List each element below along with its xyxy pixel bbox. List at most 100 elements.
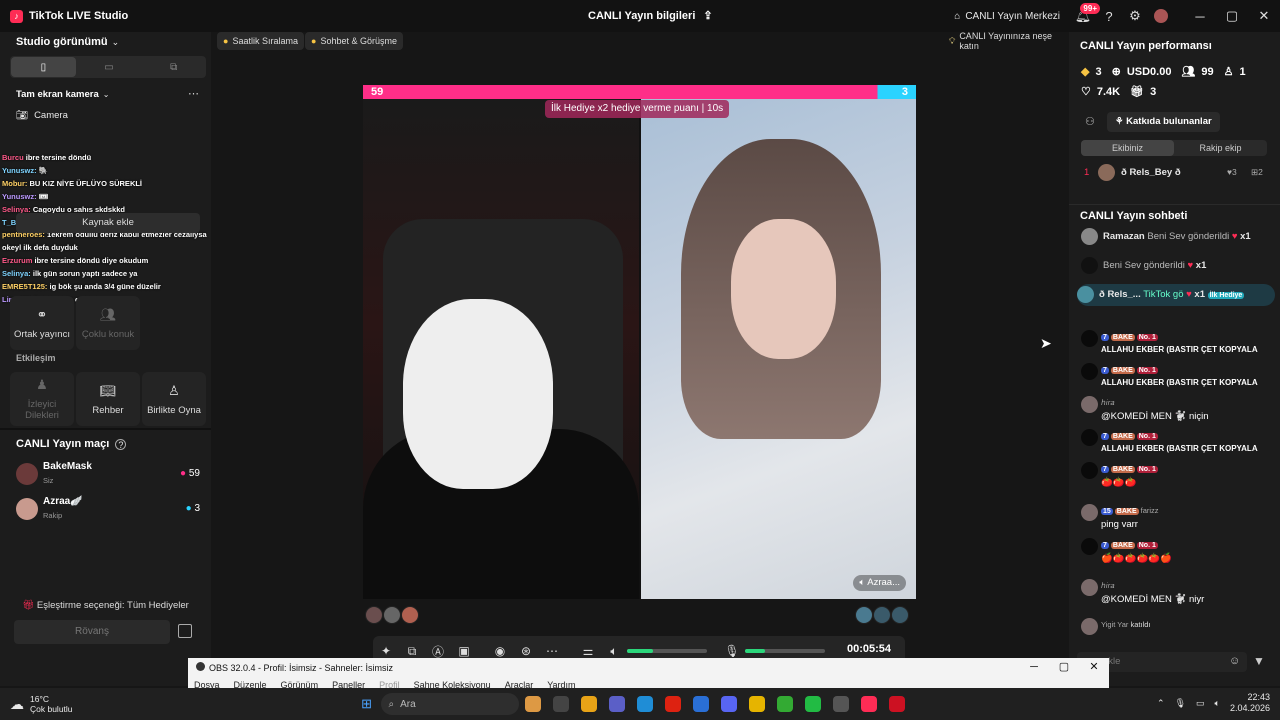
viewer-wishes-tile[interactable]: ♟ İzleyici Dilekleri (10, 372, 74, 426)
taskbar-search[interactable]: ⌕ Ara (380, 693, 519, 715)
close-button[interactable]: ✕ (1248, 0, 1280, 32)
microphone-icon[interactable]: 🎙︎ (719, 644, 745, 658)
guide-tile[interactable]: 📖︎ Rehber (76, 372, 140, 426)
avatar[interactable] (855, 606, 873, 624)
landscape-layout-icon[interactable]: ▭ (77, 56, 142, 78)
chat-message[interactable]: Yigit Yar katıldı (1081, 618, 1275, 648)
chat-message[interactable]: 7 BAKE No. 1 🍎🍅🍅🍅🍅🍎 (1081, 538, 1275, 568)
tiktok-taskbar-icon[interactable] (860, 696, 877, 712)
multi-guest-tile[interactable]: 👥︎ Çoklu konuk (76, 296, 140, 350)
rematch-button[interactable]: Rövanş (14, 620, 170, 644)
clock[interactable]: 22:43 2.04.2026 (1230, 692, 1270, 714)
avatar[interactable] (891, 606, 909, 624)
gift-text: Beni Sev gönderildi (1103, 260, 1185, 271)
obs-maximize-button[interactable]: ▢ (1049, 658, 1079, 676)
guest-name-label[interactable]: 🔈︎ Azraa... (853, 575, 906, 591)
studio-view-dropdown[interactable]: Studio görünümü ⌄ (16, 36, 119, 48)
camera-source-label: Camera (34, 110, 68, 121)
volume-icon[interactable]: 🔈︎ (1215, 698, 1220, 709)
mail-icon[interactable] (692, 696, 709, 712)
microphone-icon[interactable]: 🎙︎ (1175, 698, 1186, 709)
help-button[interactable]: ? (1096, 3, 1122, 29)
equalizer-icon[interactable]: ⚌ (575, 644, 601, 658)
avatar[interactable] (873, 606, 891, 624)
tip-chip[interactable]: 💡︎ CANLI Yayınınıza neşe katın (943, 31, 1069, 51)
more-icon[interactable]: ⋯ (539, 644, 565, 658)
folder-icon[interactable] (748, 696, 765, 712)
avatar[interactable] (401, 606, 419, 624)
maximize-button[interactable]: ▢ (1216, 0, 1248, 32)
avatar (1081, 363, 1098, 380)
chat-message[interactable]: 7 BAKE No. 1 ALLAHU EKBER (BASTIR ÇET KOPYA… (1081, 429, 1275, 459)
portrait-layout-icon[interactable]: ▯ (11, 57, 76, 77)
chat-message[interactable]: 7 BAKE No. 1 ALLAHU EKBER (BASTIR ÇET KOPYA… (1081, 363, 1275, 393)
help-icon[interactable]: ? (115, 438, 127, 450)
filter-icon[interactable]: ▼ (1253, 654, 1265, 668)
add-source-button[interactable]: Kaynak ekle (16, 213, 200, 233)
manage-users-icon[interactable]: ⚇ (1085, 115, 1095, 128)
magic-wand-icon[interactable]: ✦ (373, 644, 399, 658)
play-together-tile[interactable]: ♙ Birlikte Oyna (142, 372, 206, 426)
chrome-alt-icon[interactable] (776, 696, 793, 712)
sticker-icon[interactable]: ▣ (451, 644, 477, 658)
co-host-tile[interactable]: ⚭ Ortak yayıncı (10, 296, 74, 350)
chat-message[interactable]: ℎ𝑖𝑟𝑎 @KOMEDİ MEN 🐩 niçin (1081, 396, 1275, 426)
speaker-icon[interactable]: 🔈︎ (601, 644, 627, 659)
media-icon[interactable] (888, 696, 905, 712)
match-option[interactable]: 🎁︎ Eşleştirme seçeneği: Tüm Hediyeler (0, 600, 211, 611)
avatar[interactable] (365, 606, 383, 624)
cloud-icon: ☁ (10, 695, 24, 712)
rank-badge: No. 1 (1136, 466, 1158, 473)
more-options-icon[interactable]: ⋯ (188, 87, 199, 100)
avatar[interactable] (383, 606, 401, 624)
chat-message[interactable]: 15 BAKE farizz ping varr (1081, 504, 1275, 534)
chat-message[interactable]: 7 BAKE No. 1 ALLAHU EKBER (BASTIR ÇET KOPYA… (1081, 330, 1275, 360)
windows-start-icon[interactable]: ⊞ (359, 696, 375, 712)
gift-banner: İlk Hediye x2 hediye verme puanı | 10s (545, 100, 730, 118)
camera-source-item[interactable]: 📷︎ Camera (16, 110, 68, 121)
camera-switch-icon[interactable]: ⊛ (513, 644, 539, 658)
discord-icon[interactable] (720, 696, 737, 712)
contributor-row[interactable]: 1 ð Rels_Bey ð ♥3 ⊞2 (1081, 164, 1271, 182)
notification-button[interactable]: 🔔︎ 99+ (1070, 3, 1100, 29)
obs-taskbar-icon[interactable] (832, 696, 849, 712)
live-info-button[interactable]: CANLI Yayın bilgileri ⇪ (588, 9, 713, 23)
chat-message[interactable]: ℎ𝑖𝑟𝑎 @KOMEDİ MEN 🐩 niyr (1081, 579, 1275, 609)
obs-minimize-button[interactable]: ─ (1019, 658, 1049, 676)
chevron-up-icon[interactable]: ⌃ (1157, 698, 1165, 709)
teams-icon[interactable] (608, 696, 625, 712)
network-icon[interactable]: ▭ (1196, 698, 1205, 709)
task-view-icon[interactable] (552, 696, 569, 712)
text-effects-icon[interactable]: Ⓐ (425, 643, 451, 660)
opera-icon[interactable] (664, 696, 681, 712)
live-center-button[interactable]: ⌂ CANLI Yayın Merkezi (954, 11, 1060, 22)
minimize-button[interactable]: ─ (1184, 0, 1216, 32)
record-icon[interactable]: ◉ (487, 644, 513, 658)
copy-icon[interactable] (178, 624, 192, 638)
weather-widget[interactable]: ☁ 16°C Çok bulutlu (10, 694, 73, 714)
store-icon[interactable] (580, 696, 597, 712)
hourly-ranking-chip[interactable]: ● Saatlik Sıralama (217, 32, 304, 50)
chat-message[interactable]: 7 BAKE No. 1 🍅🍅🍅 (1081, 462, 1275, 492)
emoji-icon[interactable]: ☺ (1229, 655, 1240, 667)
app-icon[interactable] (804, 696, 821, 712)
overlay-chat-line: EMRE5T125: ig bök şu anda 3/4 güne düzel… (2, 281, 209, 294)
settings-button[interactable]: ⚙ (1122, 3, 1148, 29)
team-badge: BAKE (1110, 334, 1135, 341)
profile-avatar[interactable] (1148, 3, 1174, 29)
effects-icon[interactable]: ⧉ (399, 644, 425, 659)
multi-layout-icon[interactable]: ⧉ (141, 56, 206, 78)
obs-logo-icon (196, 662, 205, 671)
tab-rival-team[interactable]: Rakip ekip (1174, 140, 1267, 156)
camera-section-dropdown[interactable]: Tam ekran kamera ⌄ (16, 89, 109, 100)
gift-feed-item: Ramazan Beni Sev gönderildi ♥ x1 (1081, 226, 1275, 248)
contributors-button[interactable]: ⚘ Katkıda bulunanlar (1107, 112, 1220, 132)
mic-slider[interactable] (745, 649, 825, 653)
chat-call-chip[interactable]: ● Sohbet & Görüşme (305, 32, 403, 50)
edge-icon[interactable] (636, 696, 653, 712)
obs-close-button[interactable]: ✕ (1079, 658, 1109, 676)
volume-slider[interactable] (627, 649, 707, 653)
tab-your-team[interactable]: Ekibiniz (1081, 140, 1174, 156)
chrome-icon[interactable] (524, 696, 541, 712)
team-badge: BAKE (1110, 542, 1135, 549)
